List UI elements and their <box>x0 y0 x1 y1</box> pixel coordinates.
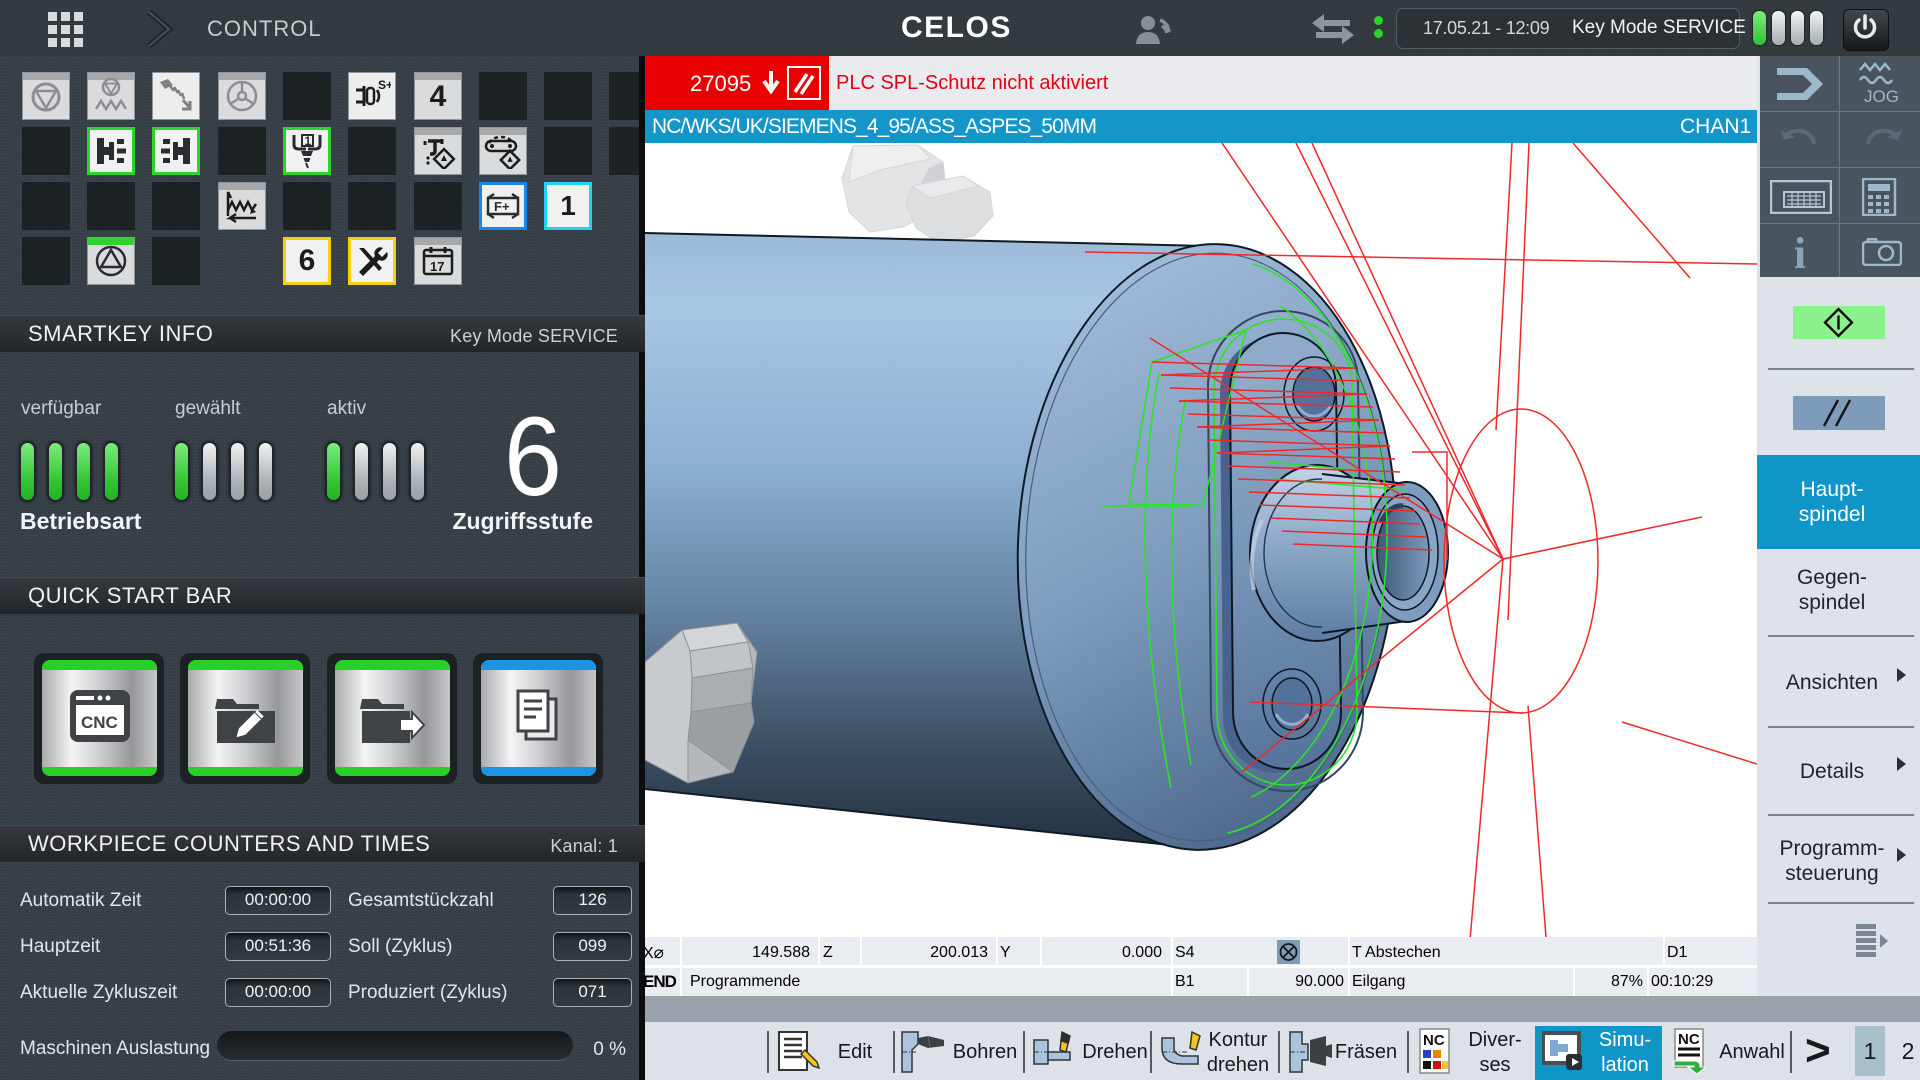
svg-text:S+: S+ <box>378 78 391 92</box>
svg-text:CNC: CNC <box>81 713 118 732</box>
svg-text:17: 17 <box>430 259 444 274</box>
svg-text:NC: NC <box>1678 1031 1700 1048</box>
svg-text:JOG: JOG <box>1864 87 1899 106</box>
svg-text:NC: NC <box>1423 1032 1445 1049</box>
svg-text:F+: F+ <box>494 199 510 214</box>
svg-text:1: 1 <box>305 134 312 148</box>
